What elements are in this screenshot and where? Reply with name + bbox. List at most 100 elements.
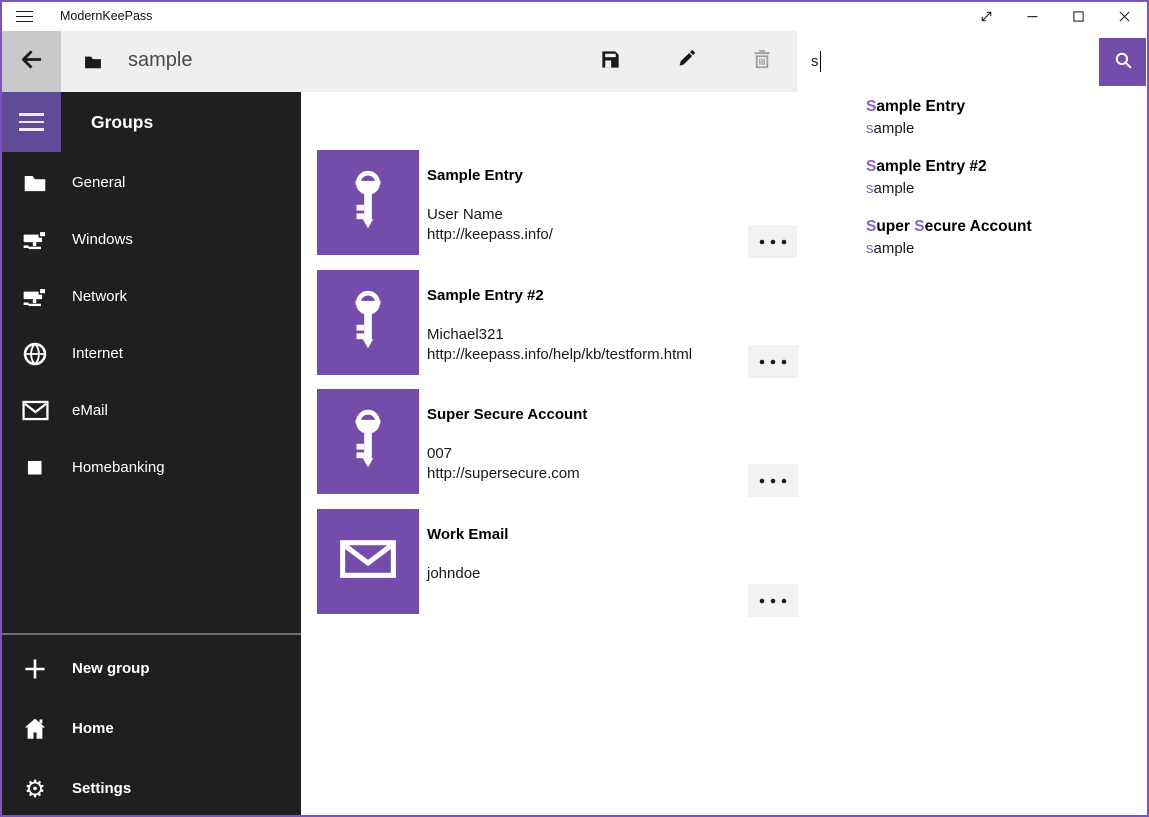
entry-detail-line: johndoe bbox=[427, 564, 480, 584]
save-button[interactable] bbox=[588, 31, 632, 92]
key-icon bbox=[345, 289, 391, 356]
sidebar-item-home[interactable]: Home bbox=[2, 700, 301, 757]
entry-row[interactable]: Super Secure Account 007http://supersecu… bbox=[317, 389, 798, 494]
sidebar-divider bbox=[2, 633, 301, 635]
entry-tile[interactable] bbox=[317, 389, 419, 494]
more-button[interactable] bbox=[748, 225, 798, 258]
plus-icon bbox=[20, 656, 50, 682]
window-controls bbox=[963, 2, 1147, 31]
mail-outline-icon bbox=[20, 400, 50, 421]
search-suggestion[interactable]: Super Secure Account sample bbox=[797, 212, 1147, 272]
sidebar-item-general[interactable]: General bbox=[2, 154, 301, 211]
suggestion-subtitle: sample bbox=[866, 239, 914, 259]
entry-detail-line: 007 bbox=[427, 444, 580, 464]
sidebar-item-internet[interactable]: Internet bbox=[2, 325, 301, 382]
command-buttons bbox=[588, 31, 816, 92]
suggestion-title: Super Secure Account bbox=[866, 216, 1032, 238]
enter-fullscreen-button[interactable] bbox=[963, 2, 1009, 31]
entry-detail-line: User Name bbox=[427, 205, 553, 225]
search-input-value: s bbox=[811, 53, 819, 70]
suggestion-title: Sample Entry bbox=[866, 96, 965, 118]
command-bar: sample s bbox=[2, 31, 1147, 92]
sidebar-item-new-group[interactable]: New group bbox=[2, 640, 301, 697]
entry-tile[interactable] bbox=[317, 509, 419, 614]
sidebar-item-label: Settings bbox=[72, 780, 131, 797]
more-button[interactable] bbox=[748, 464, 798, 497]
sidebar-item-label: New group bbox=[72, 660, 150, 677]
entry-details: User Namehttp://keepass.info/ bbox=[427, 205, 553, 245]
groups-heading: Groups bbox=[91, 109, 153, 135]
entry-row[interactable]: Sample Entry #2 Michael321http://keepass… bbox=[317, 270, 798, 375]
close-button[interactable] bbox=[1101, 2, 1147, 31]
entry-tile[interactable] bbox=[317, 270, 419, 375]
database-name: sample bbox=[128, 31, 192, 92]
sidebar-item-windows[interactable]: Windows bbox=[2, 211, 301, 268]
sidebar-item-settings[interactable]: ⚙ Settings bbox=[2, 760, 301, 817]
suggestion-subtitle: sample bbox=[866, 119, 914, 139]
close-icon bbox=[1116, 8, 1133, 25]
more-horizontal-icon bbox=[758, 592, 788, 610]
sidebar-item-network[interactable]: Network bbox=[2, 268, 301, 325]
sidebar-item-label: eMail bbox=[72, 402, 108, 419]
edit-button[interactable] bbox=[664, 31, 708, 92]
entry-row[interactable]: Work Email johndoe bbox=[317, 509, 798, 614]
sidebar-item-homebanking[interactable]: Homebanking bbox=[2, 439, 301, 496]
suggestion-title: Sample Entry #2 bbox=[866, 156, 987, 178]
sidebar-item-label: Homebanking bbox=[72, 459, 165, 476]
sidebar-item-label: Windows bbox=[72, 231, 133, 248]
mail-tile-icon bbox=[339, 537, 397, 586]
titlebar: ModernKeePass bbox=[2, 2, 1147, 31]
key-icon bbox=[345, 169, 391, 236]
edit-icon bbox=[675, 48, 697, 75]
entry-details: 007http://supersecure.com bbox=[427, 444, 580, 484]
app-title: ModernKeePass bbox=[60, 2, 152, 31]
titlebar-hamburger-icon[interactable] bbox=[16, 2, 46, 31]
entry-detail-line: http://keepass.info/help/kb/testform.htm… bbox=[427, 345, 692, 365]
entry-row[interactable]: Sample Entry User Namehttp://keepass.inf… bbox=[317, 150, 798, 255]
more-horizontal-icon bbox=[758, 353, 788, 371]
search-box[interactable]: s bbox=[797, 31, 1147, 92]
delete-button bbox=[740, 31, 784, 92]
square-icon bbox=[20, 455, 50, 481]
entry-details: Michael321http://keepass.info/help/kb/te… bbox=[427, 325, 692, 365]
globe-icon bbox=[20, 341, 50, 367]
search-suggestion[interactable]: Sample Entry sample bbox=[797, 92, 1147, 152]
sidebar: Groups General Windows Network Internet … bbox=[2, 92, 301, 815]
folder-icon bbox=[20, 170, 50, 196]
app-window: ModernKeePass sample s Groups General Wi… bbox=[0, 0, 1149, 817]
entry-detail-line: http://keepass.info/ bbox=[427, 225, 553, 245]
key-icon bbox=[345, 408, 391, 475]
more-horizontal-icon bbox=[758, 472, 788, 490]
entry-tile[interactable] bbox=[317, 150, 419, 255]
search-suggestion[interactable]: Sample Entry #2 sample bbox=[797, 152, 1147, 212]
more-button[interactable] bbox=[748, 345, 798, 378]
nav-hamburger-button[interactable] bbox=[2, 92, 61, 152]
entry-title: Sample Entry #2 bbox=[427, 286, 544, 306]
fullscreen-icon bbox=[978, 8, 995, 25]
sidebar-item-email[interactable]: eMail bbox=[2, 382, 301, 439]
search-input[interactable]: s bbox=[811, 31, 821, 92]
text-caret bbox=[820, 51, 821, 72]
maximize-button[interactable] bbox=[1055, 2, 1101, 31]
save-icon bbox=[599, 48, 622, 76]
more-button[interactable] bbox=[748, 584, 798, 617]
network-icon bbox=[20, 284, 50, 310]
entry-detail-line: http://supersecure.com bbox=[427, 464, 580, 484]
search-icon bbox=[1112, 49, 1134, 76]
entry-details: johndoe bbox=[427, 564, 480, 584]
search-suggestions: Sample Entry sample Sample Entry #2 samp… bbox=[797, 92, 1147, 274]
entry-title: Sample Entry bbox=[427, 166, 523, 186]
home-icon bbox=[20, 716, 50, 742]
entry-title: Work Email bbox=[427, 525, 508, 545]
minimize-icon bbox=[1024, 8, 1041, 25]
back-arrow-icon bbox=[18, 46, 45, 78]
minimize-button[interactable] bbox=[1009, 2, 1055, 31]
sidebar-item-label: General bbox=[72, 174, 125, 191]
delete-icon bbox=[751, 48, 773, 75]
back-button[interactable] bbox=[2, 31, 61, 92]
more-horizontal-icon bbox=[758, 233, 788, 251]
maximize-icon bbox=[1070, 8, 1087, 25]
network-icon bbox=[20, 227, 50, 253]
gear-icon: ⚙ bbox=[20, 777, 50, 801]
search-button[interactable] bbox=[1099, 38, 1146, 86]
